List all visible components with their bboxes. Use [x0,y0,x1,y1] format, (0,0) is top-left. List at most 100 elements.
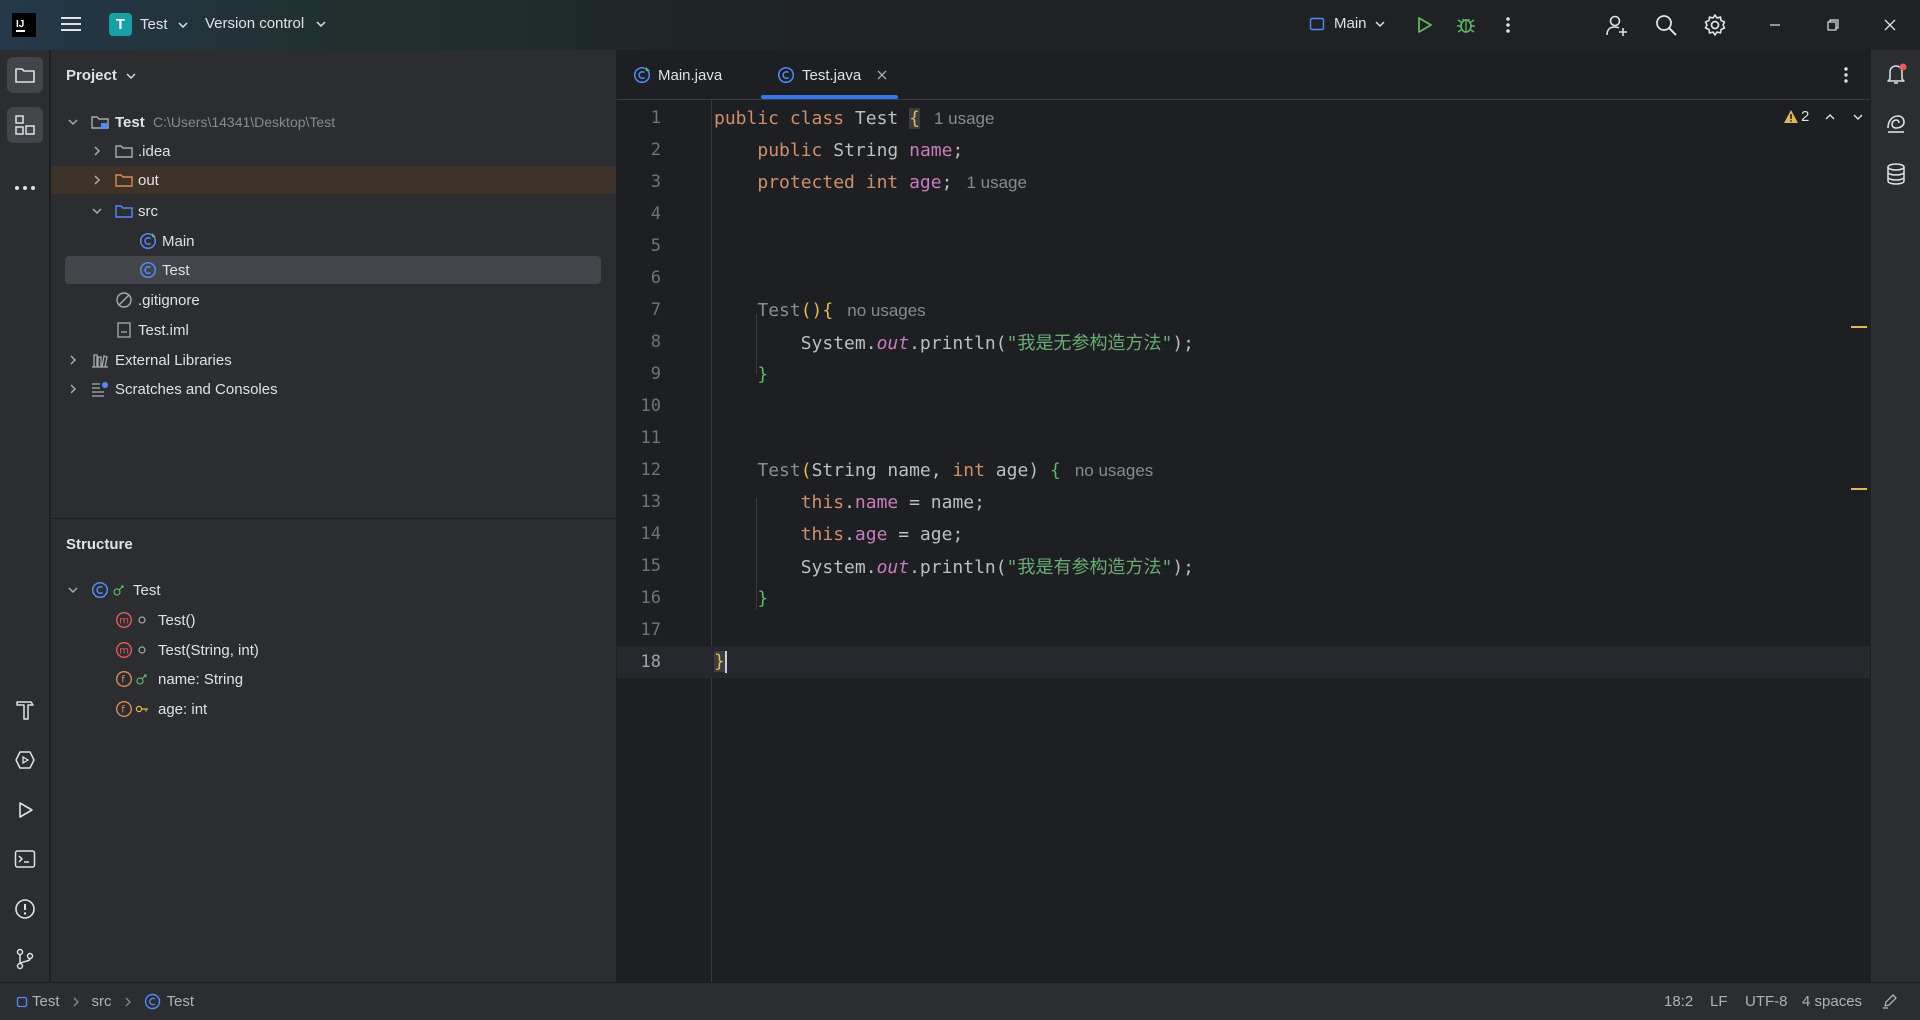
vcs-label: Version control [205,15,305,32]
file-encoding[interactable]: UTF-8 [1745,993,1788,1010]
settings-gear-icon[interactable] [1702,12,1728,38]
git-icon[interactable] [7,941,43,977]
run-tool-icon[interactable] [7,792,43,828]
main-class-icon [633,66,651,84]
structure-item-field[interactable]: f age: int [51,695,616,723]
structure-item-label: age: int [158,700,208,718]
static-field: out [876,333,910,354]
svg-text:f: f [121,675,125,686]
package-visibility-icon [135,640,149,660]
package-visibility-icon [135,610,149,630]
matched-brace: } [714,651,725,672]
code-with-me-icon[interactable] [1604,12,1630,38]
chevron-down-icon [68,119,78,126]
line-separator[interactable]: LF [1710,993,1728,1010]
module-file-icon [114,320,134,340]
structure-item-method[interactable]: m Test(String, int) [51,636,616,664]
project-selector[interactable]: T Test [109,13,190,36]
run-config-label: Main [1334,15,1367,32]
code-text: } [714,588,768,609]
database-icon[interactable] [1884,162,1908,186]
close-tab-icon[interactable] [876,69,888,81]
close-window-icon[interactable] [1877,12,1903,38]
code-line: 15 System.out.println("我是有参构造方法"); [617,550,1870,582]
tree-item-test-class[interactable]: Test [65,256,601,284]
caret-position[interactable]: 18:2 [1664,993,1693,1010]
tab-main-java[interactable]: Main.java [633,50,722,100]
tree-item-label: .idea [138,142,171,160]
intellij-logo-icon[interactable]: IJ [12,13,36,37]
keyword: public [757,139,823,161]
usage-hint[interactable]: no usages [847,301,925,320]
usage-hint[interactable]: 1 usage [966,173,1027,192]
tab-test-java[interactable]: Test.java [777,50,888,100]
vcs-selector[interactable]: Version control [205,15,328,32]
more-actions-icon[interactable] [1495,12,1521,38]
tree-item-iml[interactable]: Test.iml [51,316,616,344]
tree-item-label: Test.iml [138,321,189,339]
problems-icon[interactable] [7,891,43,927]
class-icon [138,260,158,280]
folder-icon [114,141,134,161]
search-icon[interactable] [1653,12,1679,38]
type: String [833,139,899,161]
class-icon [777,66,795,84]
svg-text:IJ: IJ [16,19,24,30]
tree-item-src[interactable]: src [51,197,616,225]
tree-item-out[interactable]: out [51,166,616,194]
project-panel-header[interactable]: Project [66,67,138,84]
structure-item-class[interactable]: Test [51,576,616,604]
code-token: .println( [909,333,1007,354]
parameter: age) [984,459,1050,481]
breadcrumb-item[interactable]: Test [32,993,60,1010]
method-icon: m [114,610,134,630]
structure-item-field[interactable]: f name: String [51,665,616,693]
tree-item-project-root[interactable]: Test C:\Users\14341\Desktop\Test [51,108,616,136]
text-caret [724,651,727,673]
tree-item-idea[interactable]: .idea [51,137,616,165]
code-editor[interactable]: 2 1 public class Test {1 usage 2 public … [617,100,1870,982]
tree-item-scratches[interactable]: Scratches and Consoles [51,375,616,403]
run-config-selector[interactable]: Main [1309,15,1387,32]
run-icon[interactable] [1411,12,1437,38]
notifications-bell-icon[interactable] [1884,62,1908,86]
source-folder-icon [114,201,134,221]
build-hammer-icon[interactable] [7,692,43,728]
minimize-icon[interactable] [1762,12,1788,38]
indent-setting[interactable]: 4 spaces [1802,993,1862,1010]
line-number: 17 [640,620,661,640]
structure-item-method[interactable]: m Test() [51,606,616,634]
ignore-file-icon [114,290,134,310]
tree-item-main[interactable]: Main [51,227,616,255]
status-bar: Test src Test 18:2 LF UTF-8 4 spaces [0,982,1920,1020]
chevron-right-icon [73,997,79,1006]
structure-tool-icon[interactable] [7,107,43,143]
structure-item-label: Test [133,581,161,599]
chevron-right-icon [94,175,101,185]
services-icon[interactable] [7,742,43,778]
closing-brace: } [757,587,769,609]
tab-actions-icon[interactable] [1843,65,1849,85]
code-token: = age; [887,523,964,545]
chevron-down-icon [316,20,326,27]
breadcrumb-item[interactable]: Test [167,993,195,1010]
main-menu-icon[interactable] [60,13,82,35]
module-icon [16,996,28,1007]
debug-icon[interactable] [1453,12,1479,38]
readonly-toggle-icon[interactable] [1882,993,1898,1009]
ai-assistant-icon[interactable] [1884,112,1908,136]
more-tool-windows-icon[interactable] [7,170,43,206]
tree-item-gitignore[interactable]: .gitignore [51,286,616,314]
tree-item-external-libraries[interactable]: External Libraries [51,346,616,374]
string-literal: "我是无参构造方法" [1006,333,1173,354]
terminal-icon[interactable] [7,841,43,877]
chevron-right-icon [70,384,77,394]
usage-hint[interactable]: 1 usage [934,109,995,128]
module-folder-icon [90,112,110,132]
tree-item-label: Main [162,232,195,250]
restore-icon[interactable] [1820,12,1846,38]
project-tool-folder-icon[interactable] [7,57,43,93]
opening-brace: { [1050,459,1061,481]
usage-hint[interactable]: no usages [1075,461,1153,480]
breadcrumb-item[interactable]: src [92,993,112,1010]
